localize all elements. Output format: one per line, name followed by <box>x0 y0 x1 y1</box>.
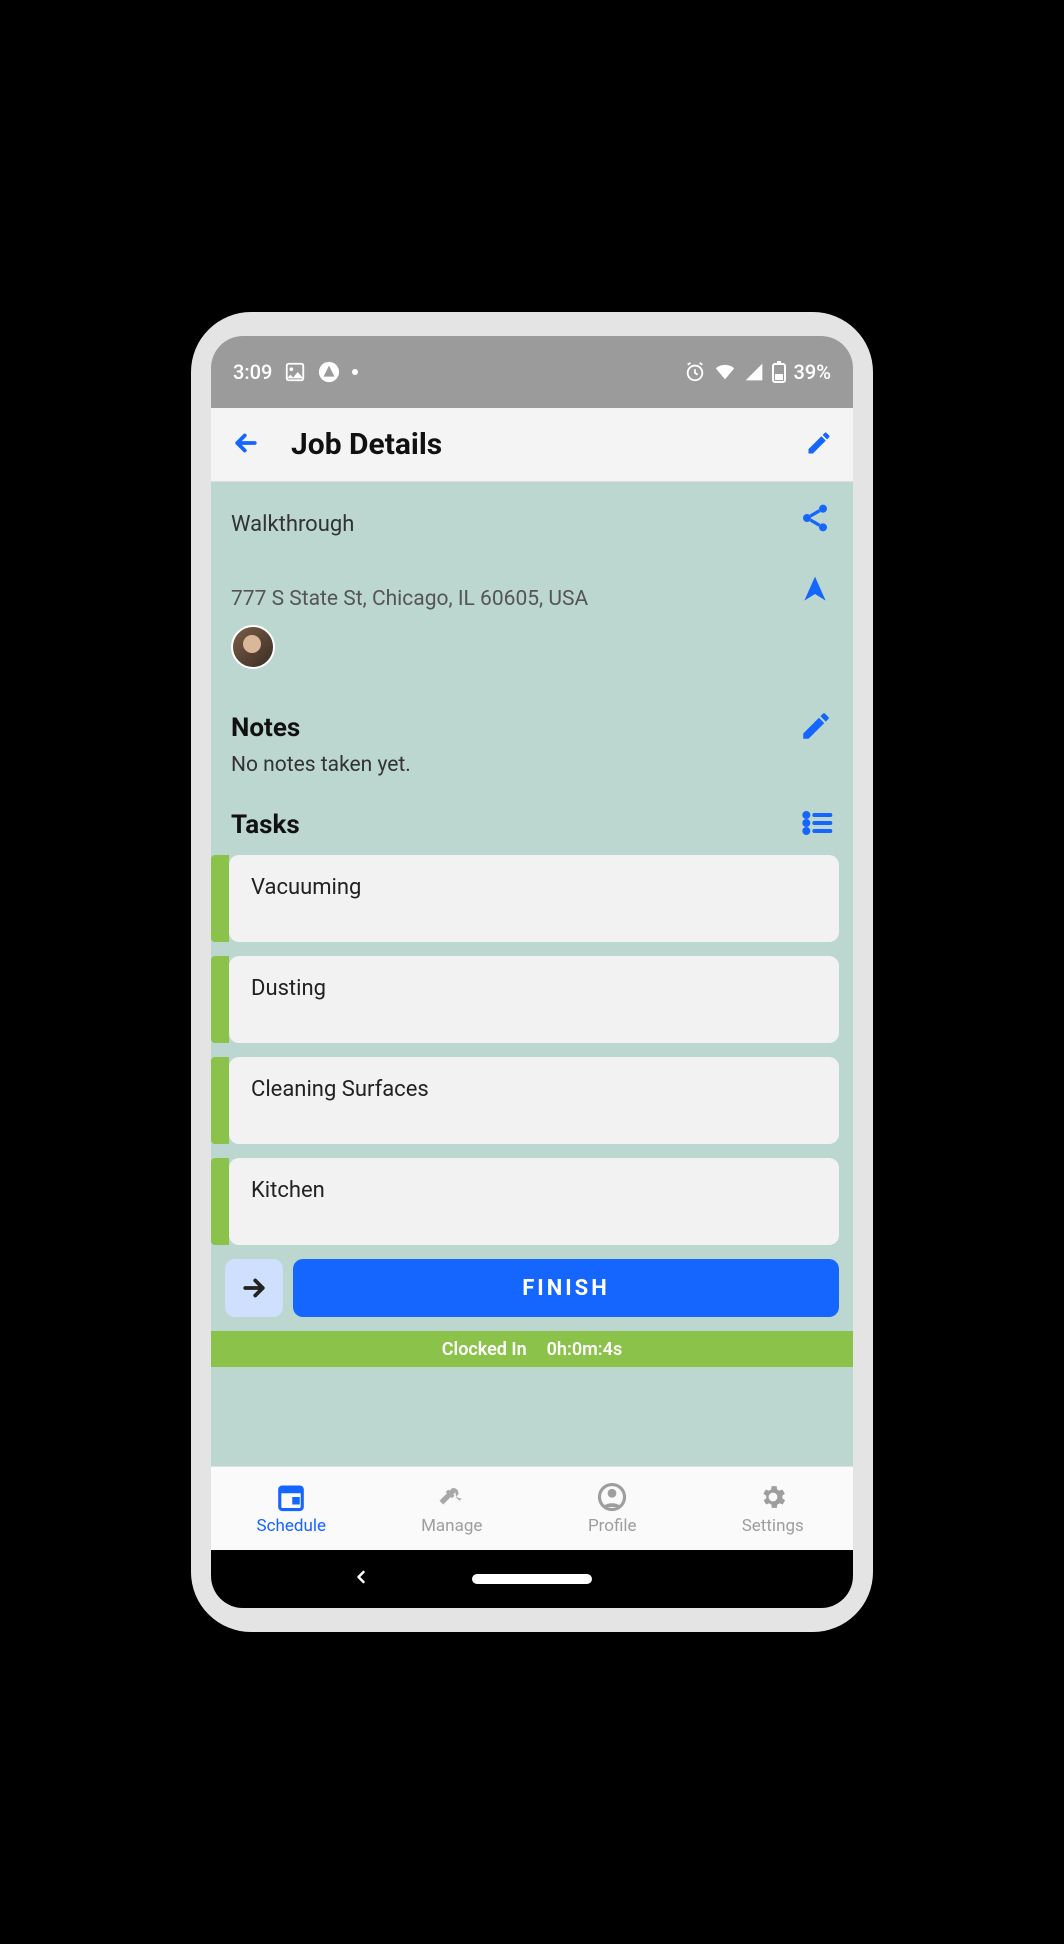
wifi-icon <box>714 361 736 383</box>
page-title: Job Details <box>291 427 442 462</box>
android-home-pill[interactable] <box>472 1574 592 1584</box>
notes-header: Notes <box>211 709 853 747</box>
task-row[interactable]: Dusting <box>211 956 839 1043</box>
tasks-heading: Tasks <box>231 810 300 840</box>
android-back-button[interactable] <box>351 1567 371 1591</box>
tasks-list-button[interactable] <box>801 807 833 843</box>
clock-status-bar[interactable]: Clocked In 0h:0m:4s <box>211 1331 853 1367</box>
task-complete-handle[interactable] <box>211 1057 229 1144</box>
bottom-tab-bar: Schedule Manage Profile Settings <box>211 1466 853 1550</box>
phone-screen: 3:09 <box>211 336 853 1608</box>
battery-icon <box>772 361 786 383</box>
tab-label: Manage <box>421 1516 482 1536</box>
job-name: Walkthrough <box>231 512 833 537</box>
assignee-avatar[interactable] <box>231 625 275 669</box>
status-time: 3:09 <box>233 360 272 384</box>
task-label: Cleaning Surfaces <box>229 1057 839 1144</box>
tools-icon <box>437 1482 467 1512</box>
battery-percent: 39% <box>794 360 831 384</box>
tab-manage[interactable]: Manage <box>372 1467 533 1550</box>
finish-button[interactable]: FINISH <box>293 1259 839 1317</box>
tasks-list: Vacuuming Dusting Cleaning Surfaces Kitc… <box>211 843 853 1245</box>
task-complete-handle[interactable] <box>211 1158 229 1245</box>
app-badge-icon <box>318 361 340 383</box>
task-label: Dusting <box>229 956 839 1043</box>
clock-status: Clocked In <box>442 1339 527 1360</box>
task-label: Kitchen <box>229 1158 839 1245</box>
android-status-bar: 3:09 <box>211 336 853 408</box>
android-nav-bar <box>211 1550 853 1608</box>
status-right: 39% <box>684 360 831 384</box>
app-header: Job Details <box>211 408 853 482</box>
task-row[interactable]: Cleaning Surfaces <box>211 1057 839 1144</box>
clock-elapsed: 0h:0m:4s <box>547 1339 623 1360</box>
notes-body: No notes taken yet. <box>211 747 853 777</box>
status-left: 3:09 <box>233 360 358 384</box>
notes-heading: Notes <box>231 713 300 743</box>
cell-signal-icon <box>744 362 764 382</box>
slide-to-finish-handle[interactable] <box>225 1259 283 1317</box>
tab-label: Settings <box>742 1516 804 1536</box>
tab-settings[interactable]: Settings <box>693 1467 854 1550</box>
profile-icon <box>597 1482 627 1512</box>
tab-label: Schedule <box>257 1516 326 1536</box>
more-notifications-dot <box>352 369 358 375</box>
gear-icon <box>758 1482 788 1512</box>
share-button[interactable] <box>799 502 831 538</box>
image-icon <box>284 361 306 383</box>
edit-notes-button[interactable] <box>799 709 833 747</box>
task-complete-handle[interactable] <box>211 855 229 942</box>
job-summary: Walkthrough 777 S State St, Chicago, IL … <box>211 482 853 669</box>
task-row[interactable]: Kitchen <box>211 1158 839 1245</box>
back-button[interactable] <box>231 428 261 462</box>
content-scroll[interactable]: Walkthrough 777 S State St, Chicago, IL … <box>211 482 853 1466</box>
alarm-icon <box>684 361 706 383</box>
finish-label: FINISH <box>522 1276 610 1301</box>
tasks-header: Tasks <box>211 807 853 843</box>
edit-job-button[interactable] <box>805 429 833 461</box>
phone-frame: 3:09 <box>191 312 873 1632</box>
navigate-button[interactable] <box>799 574 831 610</box>
tab-label: Profile <box>588 1516 637 1536</box>
job-address[interactable]: 777 S State St, Chicago, IL 60605, USA <box>231 587 833 611</box>
tab-schedule[interactable]: Schedule <box>211 1467 372 1550</box>
task-row[interactable]: Vacuuming <box>211 855 839 942</box>
tab-profile[interactable]: Profile <box>532 1467 693 1550</box>
task-label: Vacuuming <box>229 855 839 942</box>
task-complete-handle[interactable] <box>211 956 229 1043</box>
finish-row: FINISH <box>211 1245 853 1317</box>
calendar-icon <box>276 1482 306 1512</box>
